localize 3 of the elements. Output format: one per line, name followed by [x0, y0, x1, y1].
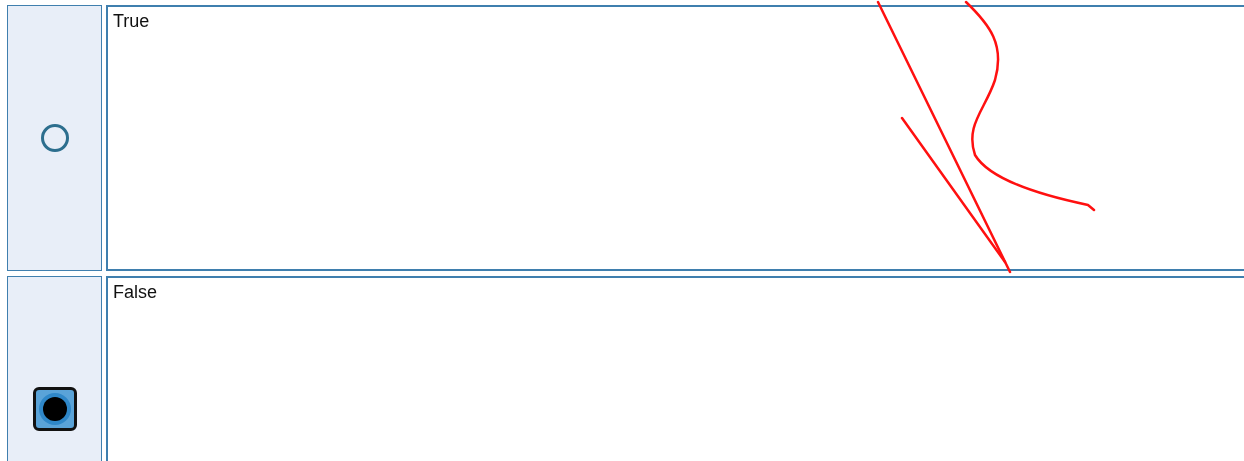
- radio-button[interactable]: [32, 387, 77, 431]
- answer-label: False: [113, 282, 157, 302]
- answer-label: True: [113, 11, 150, 31]
